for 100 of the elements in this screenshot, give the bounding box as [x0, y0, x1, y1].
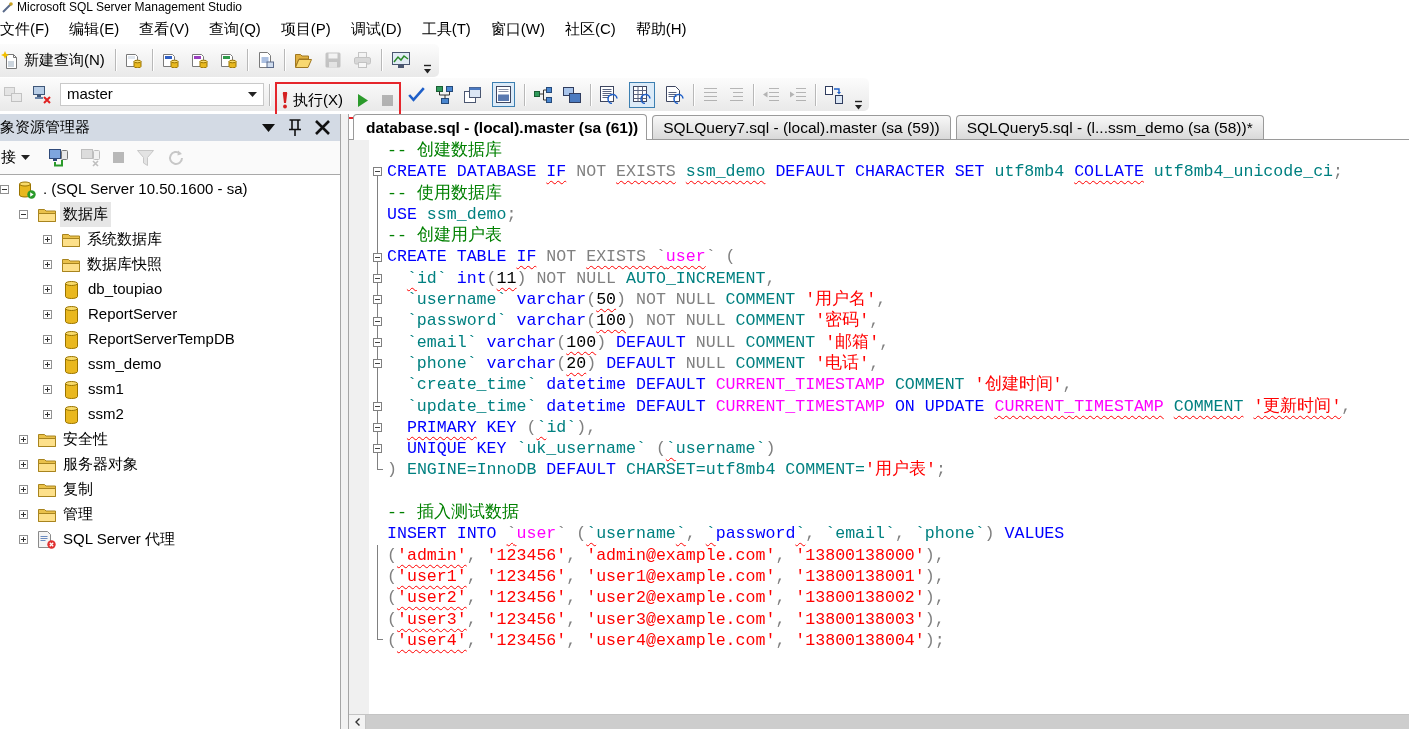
- database-document-icon[interactable]: [162, 52, 179, 68]
- expand-icon[interactable]: [43, 310, 52, 319]
- caret-icon[interactable]: [262, 123, 275, 132]
- tree-item[interactable]: 服务器对象: [60, 452, 141, 477]
- expand-icon[interactable]: [19, 435, 28, 444]
- menu-item[interactable]: 查看(V): [139, 18, 190, 39]
- execute-button[interactable]: 执行(X): [281, 88, 348, 113]
- replace-icon[interactable]: [825, 85, 843, 104]
- window-title: Microsoft SQL Server Management Studio: [17, 0, 242, 15]
- flowchart-icon[interactable]: [436, 85, 453, 104]
- collapse-icon[interactable]: [373, 423, 382, 432]
- tree-item[interactable]: 复制: [60, 477, 96, 502]
- menu-item[interactable]: 文件(F): [0, 18, 50, 39]
- app-icon: [2, 2, 13, 13]
- exclamation-icon: [282, 92, 288, 109]
- tree-item[interactable]: ReportServer: [85, 302, 181, 327]
- page-icon[interactable]: [257, 52, 274, 68]
- database-icon: [65, 405, 78, 424]
- code-line: INSERT INTO `user` (`username`, `password`, `email`, `phone`) VALUES: [386, 523, 1065, 545]
- code-line: CREATE TABLE IF NOT EXISTS `user` (: [386, 246, 736, 268]
- diagram-icon[interactable]: [534, 86, 552, 103]
- menu-item[interactable]: 项目(P): [280, 18, 331, 39]
- expand-icon[interactable]: [43, 335, 52, 344]
- menu-item[interactable]: 社区(C): [564, 18, 616, 39]
- open-folder-icon[interactable]: [294, 52, 312, 68]
- expand-icon[interactable]: [43, 385, 52, 394]
- document-tab[interactable]: SQLQuery7.sql - (local).master (sa (59)): [652, 115, 951, 139]
- tree-item[interactable]: ReportServerTempDB: [85, 327, 238, 352]
- play-icon[interactable]: [358, 94, 368, 107]
- overflow-icon[interactable]: [854, 100, 863, 111]
- code-line: -- 使用数据库: [386, 182, 502, 204]
- document-error-icon: [38, 530, 56, 549]
- tree-item[interactable]: 数据库快照: [84, 252, 165, 277]
- expand-icon[interactable]: [43, 285, 52, 294]
- pin-icon[interactable]: [289, 119, 301, 136]
- code-line: PRIMARY KEY (`id`),: [405, 416, 597, 439]
- tree-item[interactable]: ssm_demo: [85, 352, 165, 377]
- tree-item[interactable]: . (SQL Server 10.50.1600 - sa): [40, 177, 251, 202]
- caret-icon: [21, 155, 30, 160]
- new-query-button[interactable]: 新建查询(N): [0, 47, 110, 73]
- expand-icon[interactable]: [19, 460, 28, 469]
- expand-icon[interactable]: [43, 360, 52, 369]
- database-document-icon[interactable]: [220, 52, 237, 68]
- text-results-icon[interactable]: [600, 85, 618, 104]
- menu-item[interactable]: 窗口(W): [490, 18, 545, 39]
- expand-icon[interactable]: [43, 410, 52, 419]
- menu-item[interactable]: 查询(Q): [209, 18, 261, 39]
- overflow-icon[interactable]: [422, 63, 432, 75]
- tree-item[interactable]: SQL Server 代理: [60, 527, 178, 552]
- document-tab[interactable]: SQLQuery5.sql - (l...ssm_demo (sa (58))*: [955, 115, 1264, 139]
- collapse-icon[interactable]: [373, 337, 382, 347]
- collapse-icon[interactable]: [373, 359, 382, 369]
- tree-item[interactable]: ssm2: [85, 402, 127, 427]
- scroll-left-button[interactable]: [349, 715, 366, 729]
- file-results-icon[interactable]: [666, 85, 684, 104]
- collapse-icon[interactable]: [19, 210, 28, 219]
- database-icon: [65, 330, 78, 349]
- code-line: ('user4', '123456', 'user4@example.com', '13800138004');: [386, 629, 945, 652]
- code-line: ('user1', '123456', 'user1@example.com', '13800138001'),: [386, 565, 945, 588]
- tree-item[interactable]: ssm1: [85, 377, 127, 402]
- tree-item[interactable]: 系统数据库: [84, 227, 165, 252]
- collapse-icon[interactable]: [373, 252, 382, 262]
- tree-item[interactable]: 数据库: [60, 202, 111, 227]
- chart-icon[interactable]: [391, 52, 410, 68]
- folder-icon: [38, 457, 56, 472]
- computer-plug-icon[interactable]: [49, 148, 68, 167]
- menu-item[interactable]: 编辑(E): [69, 18, 120, 39]
- database-dropdown[interactable]: master: [60, 83, 264, 106]
- collapse-icon[interactable]: [373, 167, 382, 177]
- collapse-icon[interactable]: [373, 444, 382, 454]
- monitors-icon[interactable]: [563, 86, 581, 103]
- menu-item[interactable]: 工具(T): [421, 18, 471, 39]
- connect-dropdown-button[interactable]: 接: [0, 145, 35, 170]
- collapse-icon[interactable]: [373, 273, 382, 283]
- collapse-icon[interactable]: [373, 295, 382, 305]
- tree-item[interactable]: 管理: [60, 502, 96, 527]
- expand-icon[interactable]: [19, 485, 28, 494]
- close-icon[interactable]: [315, 120, 330, 135]
- expand-icon[interactable]: [19, 535, 28, 544]
- collapse-icon[interactable]: [373, 316, 382, 326]
- document-icon[interactable]: [125, 52, 142, 68]
- database-document-icon[interactable]: [191, 52, 208, 68]
- expand-icon[interactable]: [43, 260, 52, 269]
- code-line: -- 插入测试数据: [386, 502, 519, 524]
- collapse-icon[interactable]: [373, 401, 382, 411]
- code-line: USE ssm_demo;: [386, 203, 517, 226]
- folder-icon: [38, 507, 56, 522]
- document-tab[interactable]: database.sql - (local).master (sa (61)): [353, 114, 648, 140]
- expand-icon[interactable]: [19, 510, 28, 519]
- tree-item[interactable]: db_toupiao: [85, 277, 166, 302]
- menu-item[interactable]: 帮助(H): [635, 18, 687, 39]
- computer-cross-icon[interactable]: [33, 85, 51, 104]
- expand-icon[interactable]: [43, 235, 52, 244]
- checkmark-icon[interactable]: [408, 87, 425, 102]
- window-icon[interactable]: [464, 86, 481, 103]
- code-line: -- 创建数据库: [386, 140, 502, 162]
- tree-item[interactable]: 安全性: [60, 427, 111, 452]
- code-line: `phone` varchar(20) DEFAULT NULL COMMENT '电话',: [405, 352, 880, 375]
- collapse-icon[interactable]: [0, 185, 9, 194]
- menu-item[interactable]: 调试(D): [350, 18, 402, 39]
